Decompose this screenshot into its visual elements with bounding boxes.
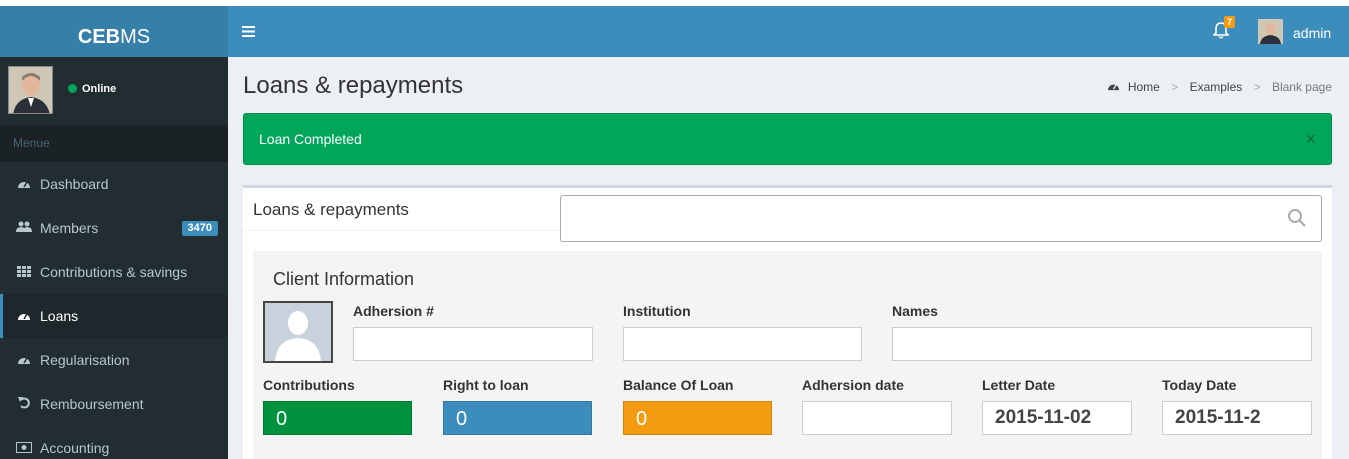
sidebar: CEBMS Online Menue Dashboard Members 347… xyxy=(0,0,228,459)
close-icon[interactable]: × xyxy=(1305,114,1316,164)
users-icon xyxy=(16,207,32,251)
search-input[interactable] xyxy=(560,195,1322,242)
breadcrumb: Home > Examples > Blank page xyxy=(1107,80,1332,94)
sidebar-item-dashboard[interactable]: Dashboard xyxy=(0,162,228,206)
balance-of-loan-label: Balance Of Loan xyxy=(623,377,734,393)
adhersion-field[interactable] xyxy=(353,327,593,361)
notification-badge: 7 xyxy=(1224,16,1236,28)
alert-message: Loan Completed xyxy=(259,131,362,147)
names-label: Names xyxy=(892,303,938,319)
client-information-panel: Client Information Adhersion # Instituti… xyxy=(253,251,1322,459)
breadcrumb-current: Blank page xyxy=(1271,80,1332,94)
avatar[interactable] xyxy=(1258,19,1283,44)
sidebar-item-contributions[interactable]: Contributions & savings xyxy=(0,250,228,294)
success-alert: Loan Completed × xyxy=(243,113,1332,165)
adhersion-label: Adhersion # xyxy=(353,303,434,319)
sidebar-item-accounting[interactable]: Accounting xyxy=(0,426,228,459)
sidebar-item-remboursement[interactable]: Remboursement xyxy=(0,382,228,426)
breadcrumb-home[interactable]: Home xyxy=(1128,80,1160,94)
user-panel: Online xyxy=(0,57,228,125)
right-to-loan-value: 0 xyxy=(443,401,592,435)
user-menu-name[interactable]: admin xyxy=(1293,25,1331,41)
grid-icon xyxy=(16,251,32,295)
client-photo xyxy=(263,301,333,363)
adhersion-date-field[interactable] xyxy=(802,401,952,435)
institution-field[interactable] xyxy=(623,327,862,361)
undo-icon xyxy=(16,383,32,427)
online-status: Online xyxy=(68,83,116,95)
names-field[interactable] xyxy=(892,327,1312,361)
dashboard-icon xyxy=(16,295,32,339)
page-title: Loans & repayments xyxy=(243,72,464,99)
app-logo[interactable]: CEBMS xyxy=(0,0,228,57)
letter-date-label: Letter Date xyxy=(982,377,1056,393)
breadcrumb-examples[interactable]: Examples xyxy=(1190,80,1243,94)
online-dot-icon xyxy=(68,84,77,93)
right-to-loan-label: Right to loan xyxy=(443,377,529,393)
contributions-label: Contributions xyxy=(263,377,355,393)
members-count-badge: 3470 xyxy=(181,221,218,236)
dashboard-icon xyxy=(16,163,32,207)
balance-of-loan-value: 0 xyxy=(623,401,772,435)
sidebar-item-members[interactable]: Members 3470 xyxy=(0,206,228,250)
divider xyxy=(243,230,560,231)
hamburger-icon[interactable] xyxy=(242,24,255,42)
today-date-field[interactable]: 2015-11-2 xyxy=(1162,401,1312,435)
menu-header: Menue xyxy=(0,125,228,162)
box-title: Loans & repayments xyxy=(253,200,409,219)
letter-date-field[interactable]: 2015-11-02 xyxy=(982,401,1132,435)
dashboard-icon xyxy=(16,339,32,383)
dashboard-icon xyxy=(1107,80,1120,94)
contributions-value: 0 xyxy=(263,401,412,435)
search-icon[interactable] xyxy=(1287,208,1307,228)
loans-box: Loans & repayments Client Information Ad… xyxy=(243,185,1332,459)
sidebar-item-loans[interactable]: Loans xyxy=(0,294,228,338)
adhersion-date-label: Adhersion date xyxy=(802,377,904,393)
today-date-label: Today Date xyxy=(1162,377,1237,393)
top-navbar: 7 admin xyxy=(228,6,1349,57)
institution-label: Institution xyxy=(623,303,691,319)
user-avatar xyxy=(8,66,53,114)
money-icon xyxy=(16,427,32,459)
client-info-title: Client Information xyxy=(273,269,415,289)
sidebar-item-regularisation[interactable]: Regularisation xyxy=(0,338,228,382)
